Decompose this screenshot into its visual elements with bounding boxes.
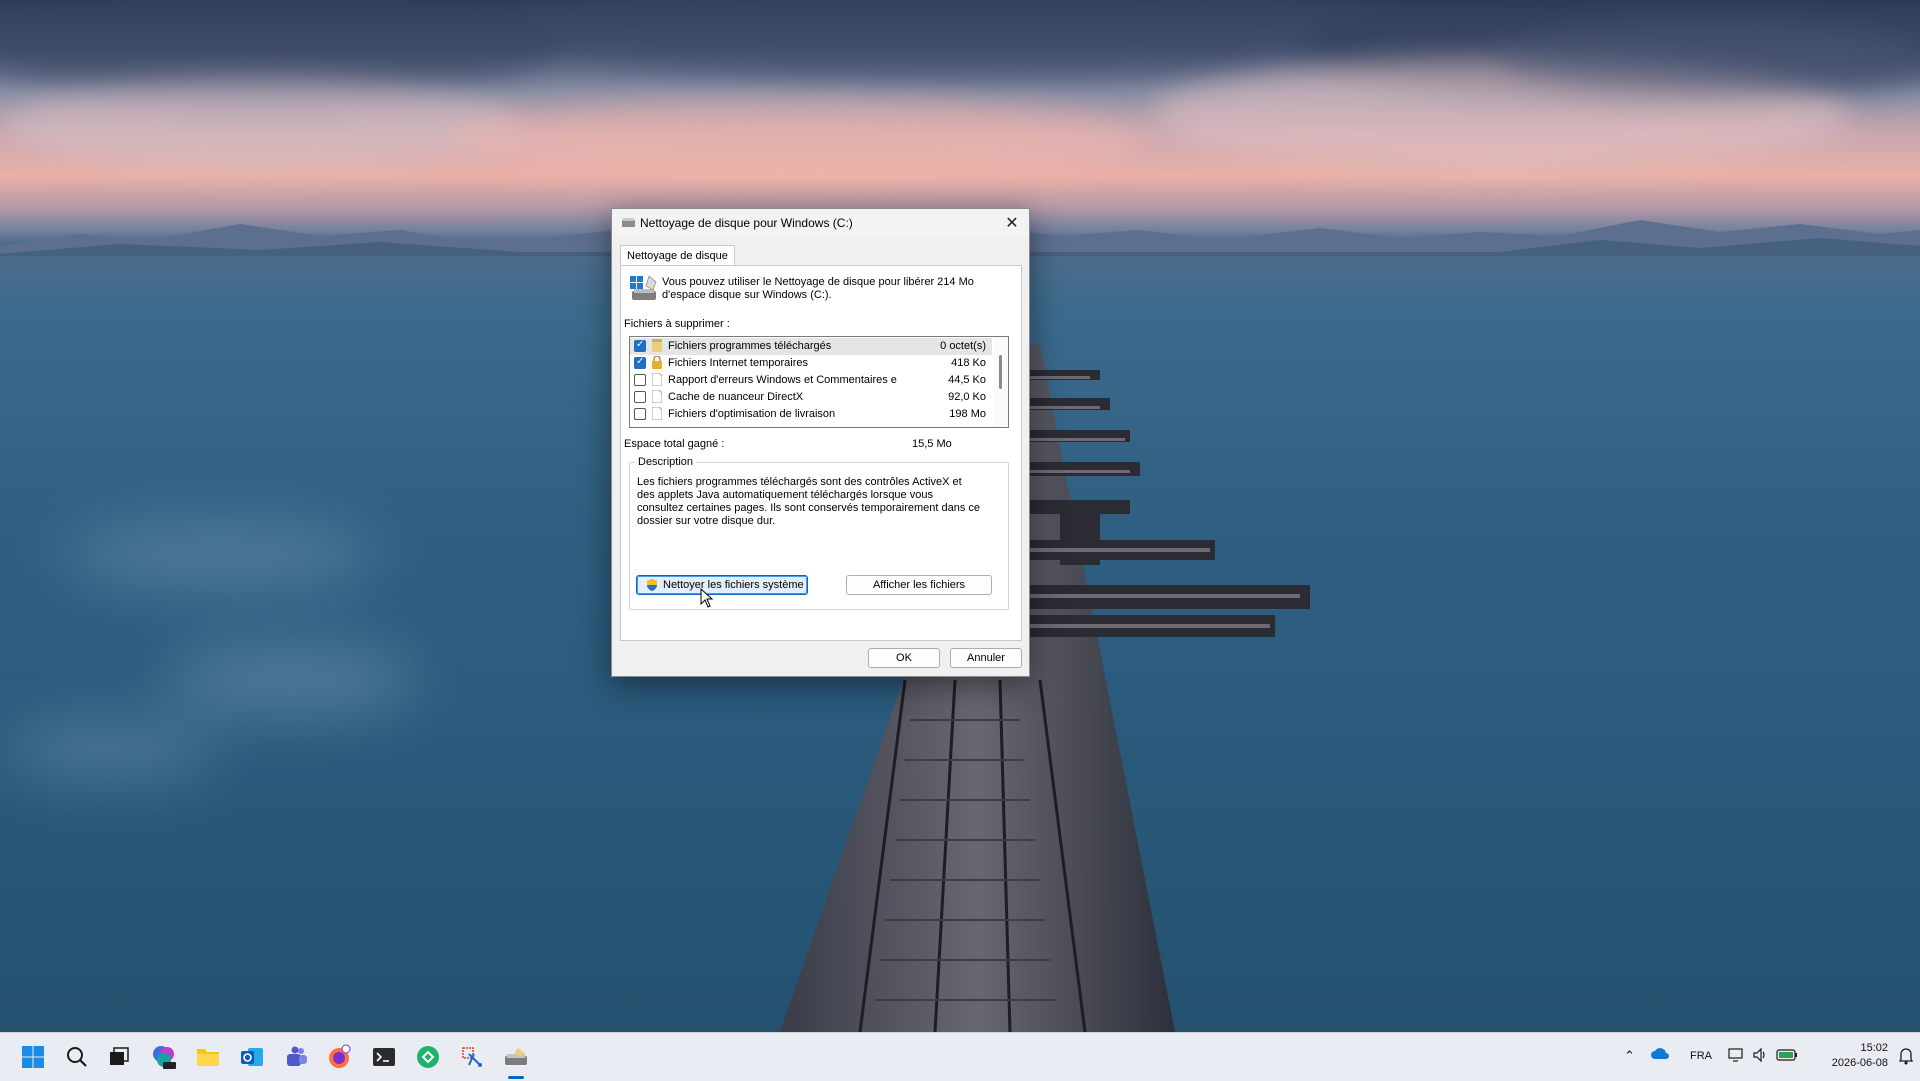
taskbar-app-microsoft-365[interactable] [150, 1043, 178, 1071]
file-name: Fichiers Internet temporaires [668, 357, 808, 369]
list-scrollbar[interactable] [994, 337, 1008, 427]
file-explorer-icon [197, 1049, 219, 1066]
file-size: 92,0 Ko [948, 391, 986, 403]
description-text: Les fichiers programmes téléchargés sont… [637, 476, 981, 527]
disk-cleanup-dialog: Nettoyage de disque pour Windows (C:) ✕ … [611, 208, 1030, 677]
task-view-button[interactable] [105, 1043, 133, 1071]
notifications-button[interactable] [1898, 1047, 1914, 1068]
list-item[interactable]: Cache de nuanceur DirectX 92,0 Ko [630, 389, 992, 406]
show-hidden-icons-button[interactable]: ⌃ [1624, 1048, 1635, 1064]
view-files-button[interactable]: Afficher les fichiers [846, 575, 992, 595]
file-name: Fichiers programmes téléchargés [668, 340, 832, 352]
notification-bell-icon [1898, 1048, 1914, 1065]
outlook-icon [241, 1048, 263, 1066]
dialog-title: Nettoyage de disque pour Windows (C:) [640, 216, 853, 230]
file-icon [652, 373, 662, 386]
windows-start-icon [22, 1046, 44, 1068]
dialog-titlebar[interactable]: Nettoyage de disque pour Windows (C:) ✕ [612, 209, 1029, 237]
battery-charging-icon [1776, 1049, 1797, 1061]
taskbar-app-firefox[interactable] [326, 1043, 354, 1071]
task-view-icon [110, 1047, 129, 1065]
checkbox[interactable] [634, 356, 646, 369]
list-item[interactable]: Rapport d'erreurs Windows et Commentaire… [630, 372, 992, 389]
file-size: 198 Mo [949, 408, 986, 420]
sync-app-icon [417, 1046, 439, 1068]
intro-text: Vous pouvez utiliser le Nettoyage de dis… [662, 276, 974, 301]
taskbar-app-sync[interactable] [414, 1043, 442, 1071]
file-icon [652, 407, 662, 420]
search-button[interactable] [63, 1043, 91, 1071]
volume-icon [1753, 1047, 1765, 1063]
taskbar-app-teams[interactable] [282, 1043, 310, 1071]
checkbox[interactable] [634, 374, 646, 386]
description-group: Description Les fichiers programmes télé… [629, 456, 1009, 610]
list-item[interactable]: Fichiers d'optimisation de livraison 198… [630, 406, 992, 423]
taskbar-app-file-explorer[interactable] [194, 1043, 222, 1071]
clock[interactable]: 15:02 2026-06-08 [1832, 1041, 1888, 1071]
start-button[interactable] [19, 1043, 47, 1071]
close-button[interactable]: ✕ [995, 209, 1029, 237]
onedrive-button[interactable] [1650, 1047, 1670, 1064]
network-button[interactable] [1728, 1047, 1744, 1066]
cancel-button[interactable]: Annuler [950, 648, 1022, 668]
files-to-delete-label: Fichiers à supprimer : [624, 318, 730, 330]
taskbar-app-outlook[interactable] [238, 1043, 266, 1071]
microsoft-365-icon [153, 1046, 176, 1069]
file-name: Rapport d'erreurs Windows et Commentaire… [668, 374, 898, 386]
taskbar: ⌃ FRA 15:02 2026-06-08 [0, 1032, 1920, 1081]
checkbox[interactable] [634, 391, 646, 403]
clean-system-files-button[interactable]: Nettoyer les fichiers système [636, 575, 808, 595]
terminal-icon [373, 1048, 395, 1066]
disk-cleanup-icon [630, 275, 657, 300]
clean-system-files-label: Nettoyer les fichiers système [663, 579, 804, 591]
description-legend: Description [635, 456, 697, 468]
folder-icon [652, 339, 662, 352]
network-icon [1728, 1048, 1743, 1062]
total-space-label: Espace total gagné : [624, 438, 725, 450]
lock-icon [652, 356, 662, 369]
files-list[interactable]: Fichiers programmes téléchargés 0 octet(… [629, 336, 1009, 428]
clock-time: 15:02 [1860, 1042, 1888, 1054]
chevron-up-icon: ⌃ [1624, 1048, 1635, 1063]
mouse-cursor-icon [700, 588, 714, 608]
taskbar-app-terminal[interactable] [370, 1043, 398, 1071]
file-name: Fichiers d'optimisation de livraison [668, 408, 836, 420]
file-size: 44,5 Ko [948, 374, 986, 386]
tab-disk-cleanup[interactable]: Nettoyage de disque [620, 245, 735, 266]
file-name: Cache de nuanceur DirectX [668, 391, 804, 403]
battery-button[interactable] [1776, 1048, 1798, 1065]
onedrive-icon [1651, 1048, 1669, 1059]
search-icon [67, 1047, 87, 1067]
checkbox[interactable] [634, 408, 646, 420]
total-space-value: 15,5 Mo [912, 438, 952, 450]
taskbar-app-snipping-tool[interactable] [458, 1043, 486, 1071]
teams-icon [287, 1046, 307, 1066]
uac-shield-icon [647, 579, 657, 591]
scrollbar-thumb[interactable] [999, 355, 1002, 389]
checkbox[interactable] [634, 339, 646, 352]
disk-cleanup-icon [505, 1048, 527, 1065]
file-icon [652, 390, 662, 403]
tab-panel: Vous pouvez utiliser le Nettoyage de dis… [620, 265, 1022, 641]
snipping-tool-icon [462, 1047, 482, 1067]
ok-button[interactable]: OK [868, 648, 940, 668]
list-item[interactable]: Fichiers Internet temporaires 418 Ko [630, 355, 992, 372]
firefox-icon [329, 1044, 351, 1068]
clock-date: 2026-06-08 [1831, 1057, 1888, 1069]
list-item[interactable]: Fichiers programmes téléchargés 0 octet(… [630, 338, 992, 355]
file-size: 0 octet(s) [940, 340, 986, 352]
language-indicator[interactable]: FRA [1690, 1050, 1712, 1062]
active-app-indicator [508, 1076, 524, 1079]
system-tray: ⌃ FRA 15:02 2026-06-08 [1620, 1033, 1920, 1081]
volume-button[interactable] [1752, 1047, 1768, 1066]
disk-drive-icon [622, 218, 635, 227]
taskbar-app-disk-cleanup[interactable] [502, 1043, 530, 1071]
file-size: 418 Ko [951, 357, 986, 369]
close-icon: ✕ [1005, 215, 1019, 232]
